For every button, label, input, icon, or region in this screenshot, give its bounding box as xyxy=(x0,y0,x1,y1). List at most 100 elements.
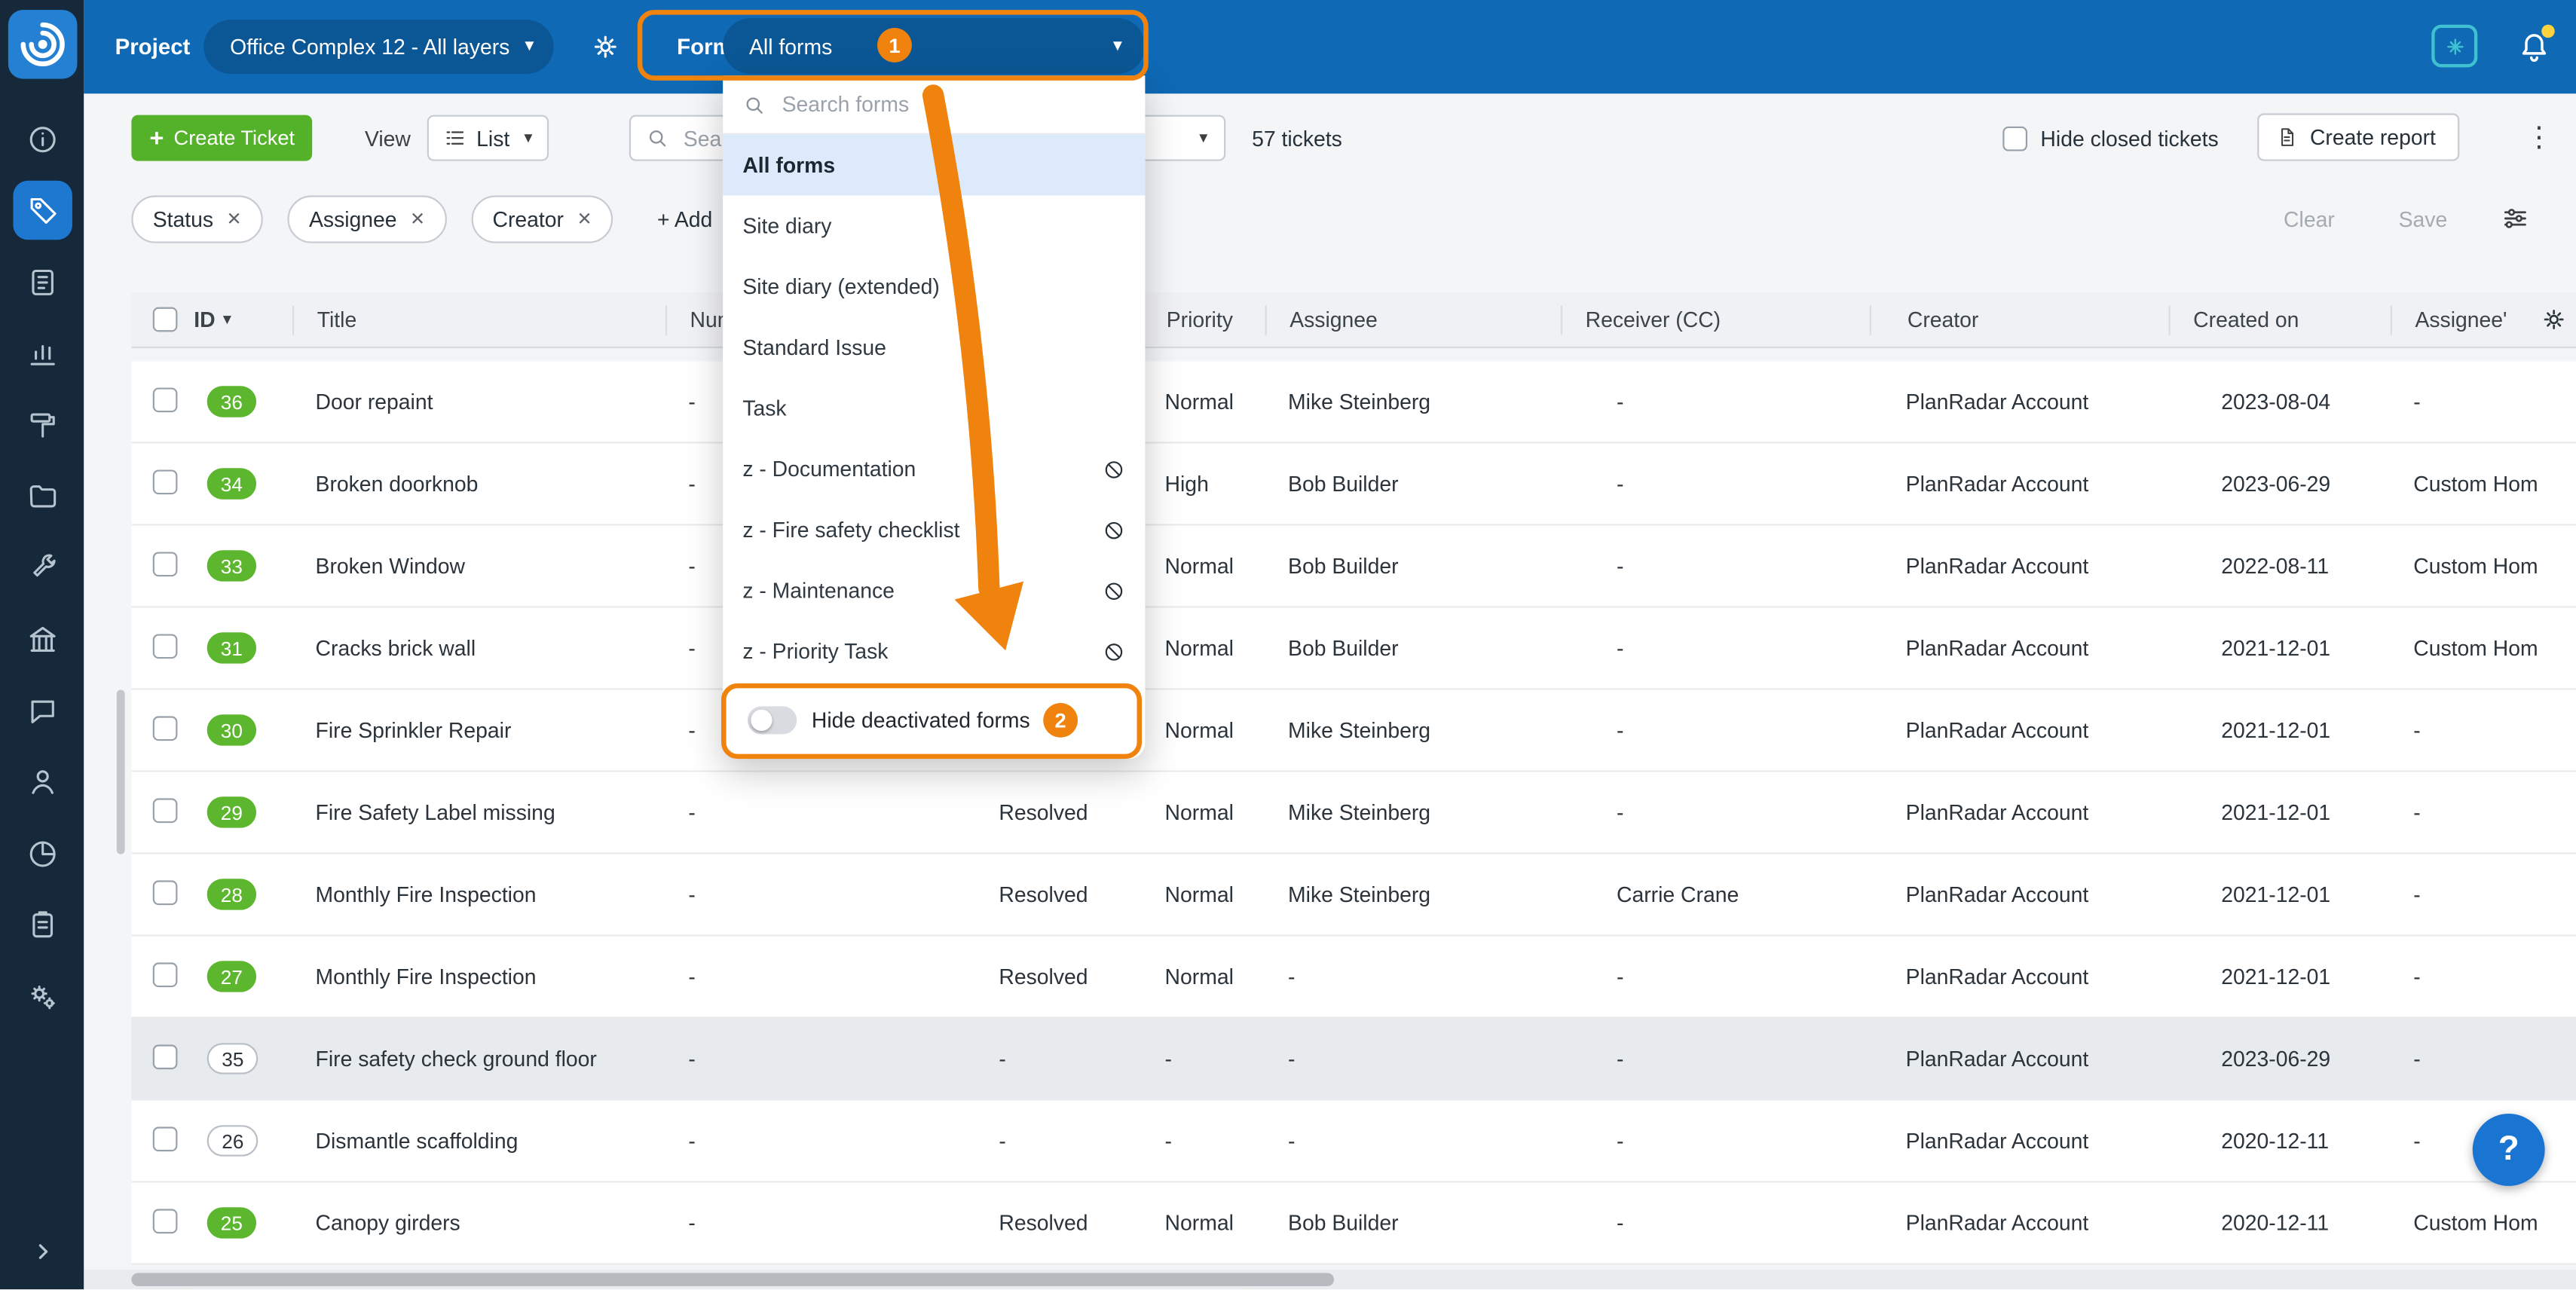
form-option-label: Site diary xyxy=(742,213,831,238)
filter-chip[interactable]: Creator ✕ xyxy=(471,195,613,243)
form-search-box[interactable] xyxy=(723,75,1145,134)
column-header-id[interactable]: ID▾ xyxy=(181,304,292,334)
save-filters-button[interactable]: Save xyxy=(2399,207,2448,232)
sidebar-item-buildings[interactable] xyxy=(0,604,84,675)
cell-priority: Normal xyxy=(1142,554,1265,579)
create-report-label: Create report xyxy=(2310,125,2436,150)
row-checkbox[interactable] xyxy=(153,797,178,822)
sidebar-item-info[interactable] xyxy=(0,103,84,175)
vertical-scrollbar-thumb[interactable] xyxy=(117,690,125,854)
table-row[interactable]: 33 Broken Window - Normal Bob Builder - … xyxy=(131,526,2576,608)
cell-receiver: - xyxy=(1561,472,1870,497)
column-header-title[interactable]: Title xyxy=(292,304,665,334)
form-option[interactable]: All forms xyxy=(723,135,1145,196)
row-checkbox[interactable] xyxy=(153,715,178,740)
table-row[interactable]: 34 Broken doorknob - High Bob Builder - … xyxy=(131,444,2576,526)
view-mode-select[interactable]: List ▾ xyxy=(427,115,549,161)
table-row[interactable]: 30 Fire Sprinkler Repair - Normal Mike S… xyxy=(131,690,2576,772)
sidebar-item-comments[interactable] xyxy=(0,675,84,747)
expand-sidebar-button[interactable] xyxy=(0,1227,84,1276)
cell-created-on: 2021-12-01 xyxy=(2168,964,2390,989)
column-header-priority[interactable]: Priority xyxy=(1142,304,1265,334)
row-checkbox[interactable] xyxy=(153,961,178,986)
table-row[interactable]: 25 Canopy girders - Resolved Normal Bob … xyxy=(131,1183,2576,1265)
sidebar-item-clipboard[interactable] xyxy=(0,889,84,961)
sidebar-item-paint[interactable] xyxy=(0,390,84,461)
hide-closed-checkbox[interactable] xyxy=(2002,127,2027,151)
table-row[interactable]: 26 Dismantle scaffolding - - - - - PlanR… xyxy=(131,1101,2576,1183)
form-option-label: z - Documentation xyxy=(742,457,916,481)
remove-filter-icon[interactable]: ✕ xyxy=(577,209,592,230)
chevron-down-icon: ▾ xyxy=(1113,37,1122,55)
sidebar-item-reports[interactable] xyxy=(0,818,84,890)
project-select[interactable]: Office Complex 12 - All layers ▾ xyxy=(203,20,553,74)
form-dropdown-list: All forms Site diary Site diary (extende… xyxy=(723,135,1145,682)
form-option[interactable]: Site diary (extended) xyxy=(723,256,1145,317)
select-all-checkbox[interactable] xyxy=(153,307,178,332)
form-option[interactable]: Task xyxy=(723,378,1145,439)
apps-button[interactable] xyxy=(2431,25,2477,68)
row-checkbox-cell xyxy=(131,1126,180,1155)
help-button[interactable]: ? xyxy=(2473,1114,2545,1186)
cell-priority: - xyxy=(1142,1047,1265,1071)
create-report-button[interactable]: Create report xyxy=(2257,113,2459,160)
row-checkbox[interactable] xyxy=(153,1126,178,1151)
remove-filter-icon[interactable]: ✕ xyxy=(227,209,242,230)
clear-filters-button[interactable]: Clear xyxy=(2284,207,2335,232)
cell-creator: PlanRadar Account xyxy=(1870,1129,2169,1154)
step-badge-1: 1 xyxy=(877,28,912,63)
sidebar-item-statistics[interactable] xyxy=(0,318,84,390)
cell-creator: PlanRadar Account xyxy=(1870,390,2169,414)
form-option[interactable]: z - Fire safety checklist xyxy=(723,500,1145,561)
sidebar-item-tickets[interactable] xyxy=(0,175,84,246)
filter-chip-label: Creator xyxy=(492,207,564,232)
row-checkbox[interactable] xyxy=(153,387,178,411)
table-row[interactable]: 31 Cracks brick wall - Normal Bob Builde… xyxy=(131,608,2576,690)
sidebar-item-tools[interactable] xyxy=(0,532,84,604)
table-row[interactable]: 29 Fire Safety Label missing - Resolved … xyxy=(131,772,2576,854)
horizontal-scrollbar-thumb[interactable] xyxy=(131,1273,1334,1285)
row-checkbox[interactable] xyxy=(153,1208,178,1233)
row-checkbox-cell xyxy=(131,715,180,744)
planradar-logo[interactable] xyxy=(8,10,78,79)
filter-chip[interactable]: Status ✕ xyxy=(131,195,263,243)
remove-filter-icon[interactable]: ✕ xyxy=(410,209,425,230)
filter-chip[interactable]: Assignee ✕ xyxy=(288,195,447,243)
hide-deactivated-toggle[interactable] xyxy=(748,706,797,734)
column-settings-gear-icon xyxy=(2540,305,2568,333)
row-checkbox[interactable] xyxy=(153,551,178,576)
table-row[interactable]: 36 Door repaint - Normal Mike Steinberg … xyxy=(131,362,2576,444)
create-ticket-button[interactable]: + Create Ticket xyxy=(131,115,313,161)
cell-receiver: - xyxy=(1561,390,1870,414)
row-checkbox[interactable] xyxy=(153,633,178,658)
form-option-label: Standard Issue xyxy=(742,335,886,360)
cell-company: - xyxy=(2391,800,2576,825)
table-row[interactable]: 27 Monthly Fire Inspection - Resolved No… xyxy=(131,937,2576,1019)
form-option[interactable]: z - Maintenance xyxy=(723,560,1145,621)
filter-settings-button[interactable] xyxy=(2501,203,2530,233)
sidebar-item-documents[interactable] xyxy=(0,460,84,532)
column-header-created-on[interactable]: Created on xyxy=(2168,304,2390,334)
form-option[interactable]: z - Priority Task xyxy=(723,621,1145,682)
table-row[interactable]: 35 Fire safety check ground floor - - - … xyxy=(131,1019,2576,1101)
table-row[interactable]: 28 Monthly Fire Inspection - Resolved No… xyxy=(131,854,2576,937)
add-filter-button[interactable]: + Add xyxy=(657,207,712,232)
form-option[interactable]: z - Documentation xyxy=(723,439,1145,500)
sidebar-item-contacts[interactable] xyxy=(0,747,84,818)
row-checkbox[interactable] xyxy=(153,469,178,494)
column-header-receiver[interactable]: Receiver (CC) xyxy=(1561,304,1870,334)
project-settings-button[interactable] xyxy=(590,31,621,62)
form-select[interactable]: All forms 1 ▾ xyxy=(723,18,1145,74)
form-option[interactable]: Site diary xyxy=(723,195,1145,256)
row-checkbox[interactable] xyxy=(153,1044,178,1068)
sidebar-item-checklists[interactable] xyxy=(0,246,84,318)
row-checkbox[interactable] xyxy=(153,879,178,904)
column-header-assignee[interactable]: Assignee xyxy=(1265,304,1561,334)
column-settings-button[interactable] xyxy=(2540,305,2568,333)
notifications-button[interactable] xyxy=(2517,28,2552,66)
form-option[interactable]: Standard Issue xyxy=(723,317,1145,378)
column-header-creator[interactable]: Creator xyxy=(1870,304,2169,334)
kebab-menu-icon[interactable]: ⋮ xyxy=(2526,121,2553,154)
form-search-input[interactable] xyxy=(779,90,1107,118)
sidebar-item-settings[interactable] xyxy=(0,961,84,1032)
